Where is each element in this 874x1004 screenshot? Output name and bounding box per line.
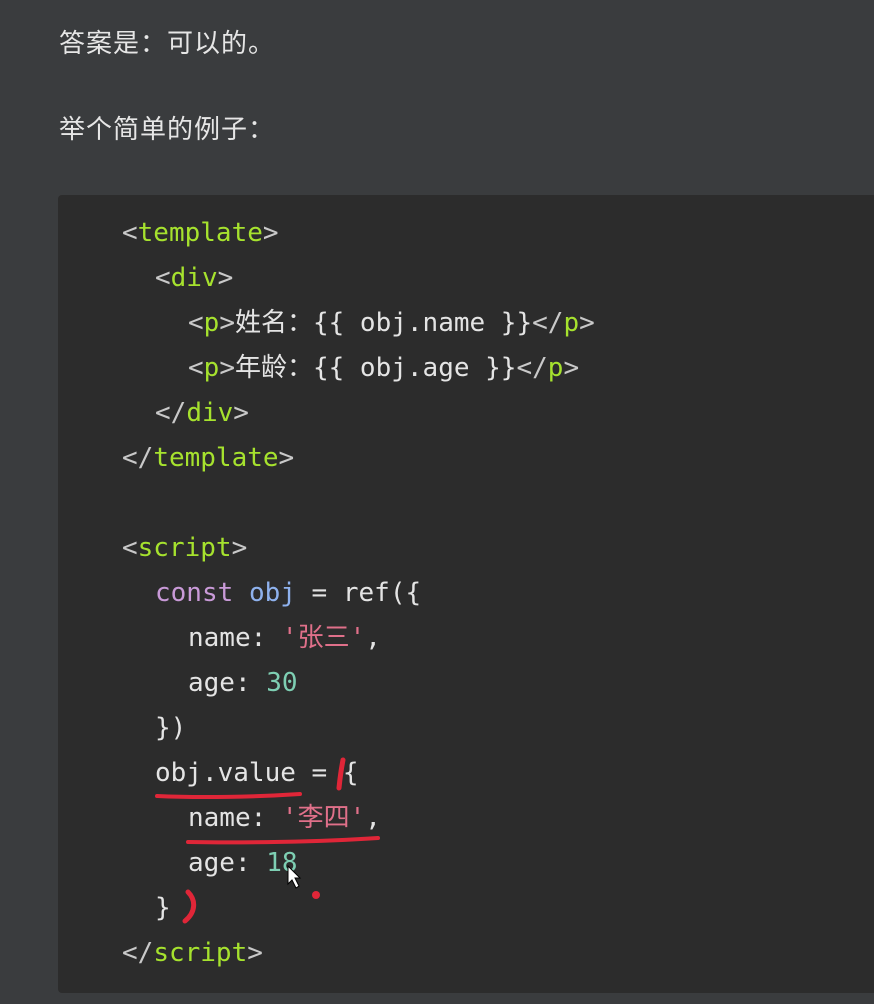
- tag-name: div: [170, 263, 218, 293]
- code-line-template-close: </template>: [122, 441, 294, 475]
- tag-name: p: [203, 353, 220, 383]
- property-key: name:: [188, 803, 282, 833]
- string-value: '张三': [281, 623, 366, 653]
- tag-bracket: >: [278, 443, 295, 473]
- tag-bracket: >: [219, 353, 235, 383]
- code-line-assign: obj.value = {: [155, 756, 359, 790]
- code-line-name2: name: '李四',: [188, 801, 381, 835]
- tag-name: p: [563, 308, 580, 338]
- tag-bracket: <: [188, 308, 204, 338]
- tag-bracket: </: [122, 938, 154, 968]
- code-line-div-open: <div>: [155, 261, 233, 295]
- interpolation-text: 姓名：{{ obj.name }}: [234, 308, 533, 338]
- tag-bracket: >: [219, 308, 235, 338]
- code-line-const: const obj = ref({: [155, 576, 421, 610]
- tag-name: script: [137, 533, 232, 563]
- code-line-close-ref: }): [155, 711, 186, 745]
- tag-name: script: [153, 938, 248, 968]
- number-value: 30: [266, 668, 298, 698]
- tag-bracket: <: [122, 218, 138, 248]
- keyword-const: const: [155, 578, 234, 608]
- code-line-name: name: '张三',: [188, 621, 381, 655]
- code-line-template-open: <template>: [122, 216, 279, 250]
- tag-bracket: >: [262, 218, 279, 248]
- code-line-div-close: </div>: [155, 396, 249, 430]
- tag-name: div: [186, 398, 234, 428]
- page: 答案是：可以的。 举个简单的例子： <template> <div> <p>姓名…: [0, 0, 874, 1004]
- property-key: age:: [188, 848, 267, 878]
- tag-name: template: [153, 443, 279, 473]
- comma: ,: [365, 803, 381, 833]
- tag-bracket: </: [155, 398, 187, 428]
- variable-obj: obj: [248, 578, 296, 608]
- answer-text: 答案是：可以的。: [59, 29, 276, 59]
- string-value: '李四': [281, 803, 366, 833]
- tag-bracket: >: [233, 398, 249, 428]
- assign-brace: = {: [295, 758, 359, 788]
- tag-bracket: </: [516, 353, 548, 383]
- interpolation-text: 年龄：{{ obj.age }}: [234, 353, 517, 383]
- tag-bracket: <: [122, 533, 138, 563]
- tag-bracket: <: [188, 353, 204, 383]
- code-line-p-age: <p>年龄：{{ obj.age }}</p>: [188, 351, 579, 385]
- tag-name: template: [137, 218, 263, 248]
- code-line-age2: age: 18: [188, 846, 298, 880]
- tag-bracket: >: [231, 533, 248, 563]
- code-line-close-obj: }: [155, 891, 171, 925]
- closing-brace: }: [155, 893, 171, 923]
- code-line-age: age: 30: [188, 666, 298, 700]
- ref-call: = ref({: [295, 578, 422, 608]
- tag-bracket: >: [217, 263, 234, 293]
- property-key: name:: [188, 623, 282, 653]
- tag-name: p: [547, 353, 564, 383]
- comma: ,: [365, 623, 381, 653]
- example-intro-text: 举个简单的例子：: [59, 115, 276, 145]
- tag-bracket: </: [122, 443, 154, 473]
- code-line-script-close: </script>: [122, 936, 263, 970]
- tag-bracket: >: [563, 353, 580, 383]
- closing-brace: }): [155, 713, 187, 743]
- code-block: <template> <div> <p>姓名：{{ obj.name }}</p…: [58, 195, 874, 993]
- tag-bracket: <: [155, 263, 171, 293]
- tag-name: p: [203, 308, 220, 338]
- code-line-script-open: <script>: [122, 531, 247, 565]
- tag-bracket: >: [579, 308, 595, 338]
- obj-value: obj.value: [155, 758, 296, 788]
- code-line-p-name: <p>姓名：{{ obj.name }}</p>: [188, 306, 595, 340]
- tag-bracket: </: [532, 308, 564, 338]
- property-key: age:: [188, 668, 267, 698]
- tag-bracket: >: [247, 938, 263, 968]
- number-value: 18: [266, 848, 298, 878]
